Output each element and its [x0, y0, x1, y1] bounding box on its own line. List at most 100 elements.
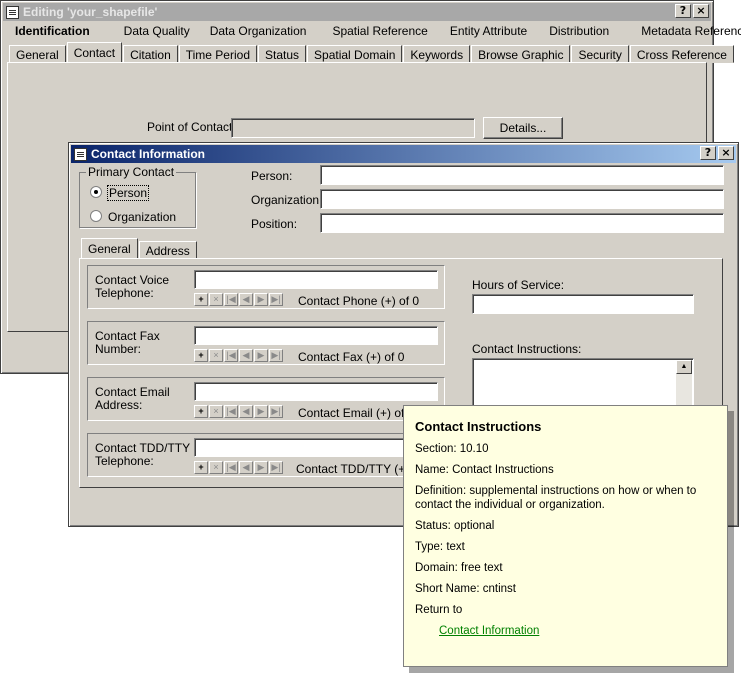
voice-telephone-input[interactable]: [194, 270, 438, 289]
tdd-tty-nav: + × |◀ ◀ ▶ ▶|: [194, 461, 283, 474]
prev-icon[interactable]: ◀: [239, 405, 253, 418]
prev-icon[interactable]: ◀: [239, 293, 253, 306]
document-icon: [74, 147, 87, 161]
scroll-up-icon[interactable]: ▲: [676, 360, 692, 374]
add-icon[interactable]: +: [194, 405, 208, 418]
close-button[interactable]: ×: [693, 4, 709, 18]
next-icon[interactable]: ▶: [254, 461, 268, 474]
help-type: Type: text: [415, 541, 465, 553]
person-label: Person:: [251, 169, 293, 183]
menu-entity-attribute[interactable]: Entity Attribute: [438, 22, 537, 40]
help-button[interactable]: ?: [700, 146, 716, 160]
hours-of-service-label: Hours of Service:: [472, 278, 565, 292]
tab-time-period[interactable]: Time Period: [178, 45, 257, 63]
delete-icon[interactable]: ×: [209, 349, 223, 362]
prev-icon[interactable]: ◀: [239, 349, 253, 362]
tab-keywords[interactable]: Keywords: [403, 45, 471, 63]
first-icon[interactable]: |◀: [224, 293, 238, 306]
tab-general[interactable]: General: [81, 238, 138, 259]
help-domain: Domain: free text: [415, 562, 503, 574]
radio-person[interactable]: [90, 186, 102, 198]
fax-number-input[interactable]: [194, 326, 438, 345]
menu-metadata-reference[interactable]: Metadata Reference: [619, 22, 741, 40]
help-definition: Definition: supplemental instructions on…: [415, 485, 697, 511]
radio-organization-label[interactable]: Organization: [108, 210, 176, 224]
email-address-nav: + × |◀ ◀ ▶ ▶|: [194, 405, 283, 418]
point-of-contact-label: Point of Contact:: [147, 120, 236, 134]
first-icon[interactable]: |◀: [224, 461, 238, 474]
close-button[interactable]: ×: [718, 146, 734, 160]
contact-titlebar[interactable]: Contact Information ? ×: [71, 145, 736, 163]
help-short-name: Short Name: cntinst: [415, 583, 516, 595]
tdd-tty-input[interactable]: [194, 438, 438, 457]
fax-number-nav-label: Contact Fax (+) of 0: [298, 350, 405, 364]
next-icon[interactable]: ▶: [254, 293, 268, 306]
contact-title: Contact Information: [91, 147, 205, 161]
primary-contact-group: Primary Contact Person Organization: [79, 165, 196, 228]
voice-telephone-box: Contact Voice Telephone: + × |◀ ◀ ▶ ▶| Contac…: [87, 265, 445, 309]
tdd-tty-box: Contact TDD/TTY Telephone: + × |◀ ◀ ▶ ▶| Cont…: [87, 433, 445, 477]
delete-icon[interactable]: ×: [209, 405, 223, 418]
help-button[interactable]: ?: [675, 4, 691, 18]
tab-status[interactable]: Status: [258, 45, 307, 63]
delete-icon[interactable]: ×: [209, 461, 223, 474]
voice-telephone-nav: + × |◀ ◀ ▶ ▶|: [194, 293, 283, 306]
menu-data-organization[interactable]: Data Organization: [200, 22, 317, 40]
add-icon[interactable]: +: [194, 461, 208, 474]
tab-cross-reference[interactable]: Cross Reference: [629, 45, 734, 63]
document-icon: [6, 5, 19, 19]
radio-person-label[interactable]: Person: [107, 185, 150, 201]
next-icon[interactable]: ▶: [254, 349, 268, 362]
fax-number-label: Contact Fax Number:: [95, 329, 160, 356]
help-return-to: Return to: [415, 604, 463, 616]
person-input[interactable]: [320, 165, 724, 185]
help-status: Status: optional: [415, 520, 495, 532]
tab-address[interactable]: Address: [138, 241, 197, 259]
editing-titlebar[interactable]: Editing 'your_shapefile' ? ×: [3, 3, 711, 21]
tab-contact[interactable]: Contact: [66, 42, 123, 63]
menu-distribution[interactable]: Distribution: [537, 22, 619, 40]
email-address-nav-label: Contact Email (+) of 0: [298, 406, 415, 420]
last-icon[interactable]: ▶|: [269, 461, 283, 474]
tab-security[interactable]: Security: [571, 45, 629, 63]
last-icon[interactable]: ▶|: [269, 405, 283, 418]
email-address-label: Contact Email Address:: [95, 385, 170, 412]
first-icon[interactable]: |◀: [224, 405, 238, 418]
tab-citation[interactable]: Citation: [123, 45, 178, 63]
position-label: Position:: [251, 217, 298, 231]
next-icon[interactable]: ▶: [254, 405, 268, 418]
radio-organization[interactable]: [90, 210, 102, 222]
menu-spatial-reference[interactable]: Spatial Reference: [316, 22, 437, 40]
point-of-contact-field: [231, 118, 475, 138]
menu-identification[interactable]: Identification: [5, 22, 100, 40]
last-icon[interactable]: ▶|: [269, 293, 283, 306]
organization-input[interactable]: [320, 189, 724, 209]
tab-spatial-domain[interactable]: Spatial Domain: [307, 45, 403, 63]
primary-contact-legend: Primary Contact: [86, 165, 177, 179]
editing-title: Editing 'your_shapefile': [23, 5, 158, 19]
first-icon[interactable]: |◀: [224, 349, 238, 362]
fax-number-box: Contact Fax Number: + × |◀ ◀ ▶ ▶| Contact Fax…: [87, 321, 445, 365]
tdd-tty-label: Contact TDD/TTY Telephone:: [95, 441, 190, 468]
add-icon[interactable]: +: [194, 293, 208, 306]
prev-icon[interactable]: ◀: [239, 461, 253, 474]
details-button[interactable]: Details...: [483, 117, 563, 139]
organization-label: Organization:: [251, 193, 323, 207]
email-address-box: Contact Email Address: + × |◀ ◀ ▶ ▶| Contact …: [87, 377, 445, 421]
help-link-contact-information[interactable]: Contact Information: [439, 625, 539, 637]
section-menubar: Identification Data Quality Data Organiz…: [5, 22, 741, 40]
add-icon[interactable]: +: [194, 349, 208, 362]
email-address-input[interactable]: [194, 382, 438, 401]
identification-tabs: General Contact Citation Time Period Sta…: [9, 42, 735, 63]
help-popup: Contact Instructions Section: 10.10 Name…: [403, 405, 728, 667]
help-name: Name: Contact Instructions: [415, 464, 554, 476]
last-icon[interactable]: ▶|: [269, 349, 283, 362]
hours-of-service-input[interactable]: [472, 294, 694, 314]
tab-general[interactable]: General: [9, 45, 66, 63]
menu-data-quality[interactable]: Data Quality: [100, 22, 200, 40]
voice-telephone-nav-label: Contact Phone (+) of 0: [298, 294, 420, 308]
fax-number-nav: + × |◀ ◀ ▶ ▶|: [194, 349, 283, 362]
tab-browse-graphic[interactable]: Browse Graphic: [471, 45, 571, 63]
delete-icon[interactable]: ×: [209, 293, 223, 306]
position-input[interactable]: [320, 213, 724, 233]
